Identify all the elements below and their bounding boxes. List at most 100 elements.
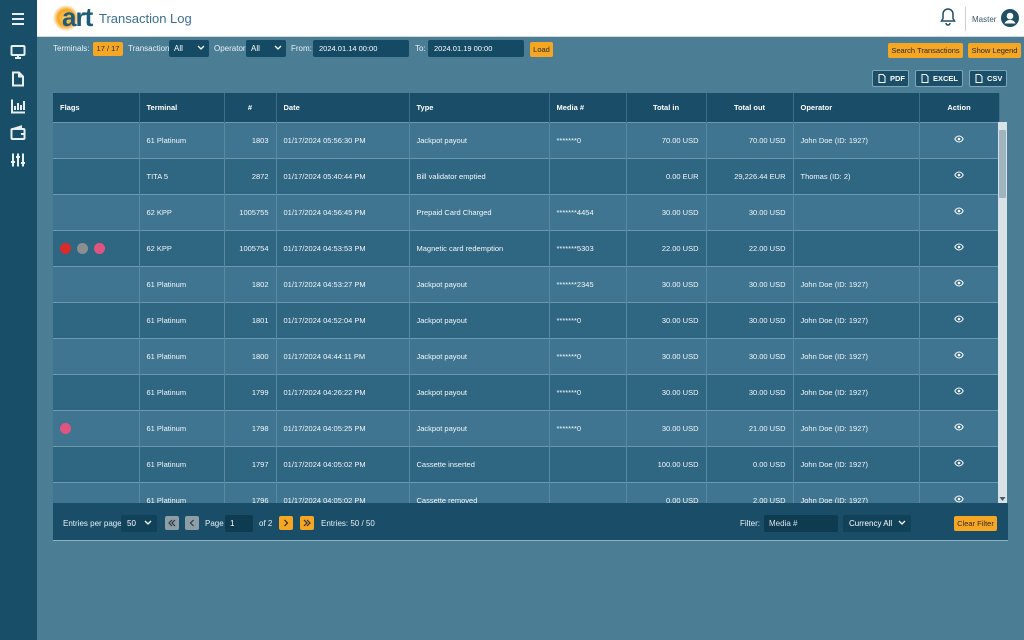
user-avatar-icon[interactable]	[1000, 8, 1020, 28]
total-out-cell: 70.00 USD	[706, 121, 794, 158]
clear-filter-button[interactable]: Clear Filter	[954, 516, 997, 531]
load-button[interactable]: Load	[530, 42, 553, 57]
table-row[interactable]: 61 Platinum 1801 01/17/2024 04:52:04 PM Jac…	[53, 301, 1000, 338]
flags-cell	[53, 121, 140, 158]
column-header-number[interactable]: #	[224, 93, 277, 122]
app-logo[interactable]: art	[51, 1, 97, 37]
entries-per-page-select[interactable]: 50	[121, 515, 157, 532]
user-name[interactable]: Master	[972, 15, 996, 24]
action-cell[interactable]	[919, 373, 1000, 410]
column-header-terminal[interactable]: Terminal	[139, 93, 225, 122]
scroll-down-arrow-icon[interactable]	[999, 496, 1006, 502]
entries-per-page-label: Entries per page:	[63, 519, 124, 528]
column-header-type[interactable]: Type	[409, 93, 550, 122]
total-in-cell: 0.00 EUR	[626, 157, 707, 194]
column-header-total-in[interactable]: Total in	[626, 93, 707, 122]
total-in-cell: 30.00 USD	[626, 409, 707, 446]
header-divider	[965, 7, 966, 31]
type-cell: Bill validator emptied	[409, 157, 550, 194]
eye-icon	[954, 423, 964, 431]
action-cell[interactable]	[919, 481, 1000, 503]
page-number-input[interactable]: 1	[225, 515, 253, 532]
date-cell: 01/17/2024 04:44:11 PM	[276, 337, 410, 374]
transaction-select[interactable]: All	[169, 40, 209, 57]
table-row[interactable]: 61 Platinum 1798 01/17/2024 04:05:25 PM Jac…	[53, 409, 1000, 446]
total-out-cell: 30.00 USD	[706, 265, 794, 302]
currency-filter-select[interactable]: Currency All	[843, 515, 911, 532]
search-transactions-button[interactable]: Search Transactions	[888, 43, 963, 58]
table-row[interactable]: 62 KPP 1005755 01/17/2024 04:56:45 PM Prepa…	[53, 193, 1000, 230]
column-header-flags[interactable]: Flags	[53, 93, 140, 122]
type-cell: Jackpot payout	[409, 121, 550, 158]
entries-per-page-value: 50	[127, 519, 136, 528]
action-cell[interactable]	[919, 193, 1000, 230]
last-page-button[interactable]	[300, 516, 314, 530]
double-chevron-right-icon	[303, 519, 311, 527]
pdf-export-label: PDF	[890, 74, 905, 83]
action-cell[interactable]	[919, 445, 1000, 482]
table-row[interactable]: 61 Platinum 1797 01/17/2024 04:05:02 PM Cas…	[53, 445, 1000, 482]
excel-export-button[interactable]: EXCEL	[915, 70, 963, 87]
document-icon[interactable]	[8, 69, 28, 89]
table-row[interactable]: 61 Platinum 1800 01/17/2024 04:44:11 PM Jac…	[53, 337, 1000, 374]
eye-icon	[954, 387, 964, 395]
table-row[interactable]: 61 Platinum 1802 01/17/2024 04:53:27 PM Jac…	[53, 265, 1000, 302]
next-page-button[interactable]	[279, 516, 293, 530]
column-header-operator[interactable]: Operator	[793, 93, 920, 122]
page-count-label: of 2	[259, 519, 273, 528]
monitor-icon[interactable]	[8, 42, 28, 62]
flags-cell	[53, 157, 140, 194]
action-cell[interactable]	[919, 409, 1000, 446]
media-cell: *******0	[549, 337, 627, 374]
action-cell[interactable]	[919, 229, 1000, 266]
table-row[interactable]: 61 Platinum 1803 01/17/2024 05:56:30 PM Jac…	[53, 121, 1000, 158]
operator-select[interactable]: All	[246, 40, 286, 57]
table-row[interactable]: TITA 5 2872 01/17/2024 05:40:44 PM Bill val…	[53, 157, 1000, 194]
date-cell: 01/17/2024 04:26:22 PM	[276, 373, 410, 410]
date-cell: 01/17/2024 04:52:04 PM	[276, 301, 410, 338]
action-cell[interactable]	[919, 301, 1000, 338]
transaction-table: Flags Terminal # Date Type Media # Total…	[53, 93, 1008, 503]
sliders-icon[interactable]	[8, 150, 28, 170]
media-filter-input[interactable]: Media #	[764, 515, 838, 532]
table-row[interactable]: 61 Platinum 1799 01/17/2024 04:26:22 PM Jac…	[53, 373, 1000, 410]
action-cell[interactable]	[919, 265, 1000, 302]
table-row[interactable]: 62 KPP 1005754 01/17/2024 04:53:53 PM Magne…	[53, 229, 1000, 266]
app-header: art Transaction Log Master	[37, 0, 1024, 37]
csv-export-button[interactable]: CSV	[969, 70, 1007, 87]
action-cell[interactable]	[919, 337, 1000, 374]
column-header-total-out[interactable]: Total out	[706, 93, 794, 122]
operator-cell: Thomas (ID: 2)	[793, 157, 920, 194]
operator-cell: John Doe (ID: 1927)	[793, 337, 920, 374]
chevron-down-icon	[898, 520, 906, 525]
type-cell: Jackpot payout	[409, 265, 550, 302]
action-cell[interactable]	[919, 121, 1000, 158]
media-cell: *******0	[549, 373, 627, 410]
status-flag-dot	[77, 242, 88, 254]
first-page-button[interactable]	[165, 516, 179, 530]
action-cell[interactable]	[919, 157, 1000, 194]
table-footer: Entries per page: 50 Page 1 of 2 Entries…	[53, 503, 1008, 541]
column-header-date[interactable]: Date	[276, 93, 410, 122]
excel-export-label: EXCEL	[933, 74, 959, 83]
terminals-count-badge[interactable]: 17 / 17	[93, 42, 123, 56]
eye-icon	[954, 243, 964, 251]
terminal-cell: 61 Platinum	[139, 445, 225, 482]
bell-icon[interactable]	[939, 7, 957, 27]
hamburger-icon[interactable]	[8, 9, 28, 29]
logo-text: art	[62, 2, 93, 32]
scrollbar-thumb[interactable]	[999, 130, 1006, 198]
previous-page-button[interactable]	[185, 516, 199, 530]
column-header-media[interactable]: Media #	[549, 93, 627, 122]
pdf-export-button[interactable]: PDF	[872, 70, 909, 87]
operator-cell: John Doe (ID: 1927)	[793, 373, 920, 410]
show-legend-button[interactable]: Show Legend	[968, 43, 1021, 58]
from-date-input[interactable]: 2024.01.14 00:00	[313, 40, 409, 57]
operator-cell: John Doe (ID: 1927)	[793, 301, 920, 338]
to-date-input[interactable]: 2024.01.19 00:00	[428, 40, 524, 57]
table-scrollbar[interactable]	[998, 122, 1007, 503]
wallet-icon[interactable]	[8, 123, 28, 143]
bar-chart-icon[interactable]	[8, 96, 28, 116]
table-row[interactable]: 61 Platinum 1796 01/17/2024 04:05:02 PM Cas…	[53, 481, 1000, 503]
number-cell: 1796	[224, 481, 277, 503]
